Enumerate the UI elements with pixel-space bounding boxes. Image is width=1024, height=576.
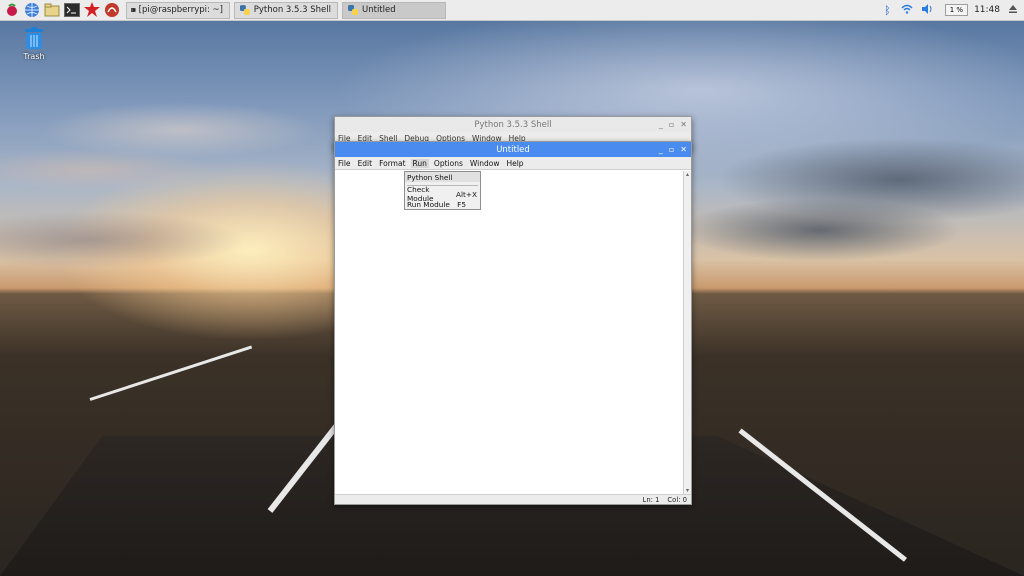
task-terminal[interactable]: [pi@raspberrypi: ~] (126, 1, 230, 19)
trash-desktop-icon[interactable]: Trash (18, 26, 50, 61)
bluetooth-icon[interactable]: ᛒ (884, 4, 891, 17)
close-icon[interactable]: ✕ (680, 145, 687, 154)
wolfram-icon[interactable] (104, 2, 120, 18)
menu-item-shortcut: F5 (457, 199, 466, 209)
editor-menu-options[interactable]: Options (434, 159, 463, 168)
volume-icon[interactable] (921, 4, 933, 16)
menu-item-label: Python Shell (407, 172, 453, 182)
editor-menu-format[interactable]: Format (379, 159, 405, 168)
editor-scrollbar[interactable]: ▴ ▾ (683, 171, 691, 494)
terminal-icon (131, 8, 136, 12)
task-untitled-label: Untitled (362, 5, 396, 15)
menu-item-python-shell[interactable]: Python Shell (405, 172, 480, 182)
editor-menu-window[interactable]: Window (470, 159, 500, 168)
wifi-icon[interactable] (901, 4, 913, 16)
raspberry-menu-icon[interactable] (4, 2, 20, 18)
trash-label: Trash (23, 52, 45, 61)
editor-statusbar: Ln: 1 Col: 0 (335, 494, 691, 504)
mathematica-icon[interactable] (84, 2, 100, 18)
editor-menu-run[interactable]: Run (410, 158, 429, 168)
shell-titlebar[interactable]: Python 3.5.3 Shell _ ▫ ✕ (335, 117, 691, 132)
menu-item-check-module[interactable]: Check Module Alt+X (405, 185, 480, 203)
task-terminal-label: [pi@raspberrypi: ~] (138, 5, 223, 15)
editor-menu-edit[interactable]: Edit (358, 159, 373, 168)
editor-menubar: File Edit Format Run Options Window Help (335, 157, 691, 170)
lane-mark-left (89, 345, 253, 401)
status-col: Col: 0 (667, 495, 687, 504)
python-icon (239, 5, 250, 15)
cpu-usage: 1 % (944, 4, 969, 16)
eject-icon[interactable] (1008, 4, 1018, 16)
editor-menu-file[interactable]: File (338, 159, 351, 168)
editor-text-area[interactable]: ▴ ▾ (335, 171, 691, 494)
editor-window[interactable]: Untitled _ ▫ ✕ File Edit Format Run Opti… (334, 141, 692, 505)
clock: 11:48 (974, 5, 1000, 15)
terminal-icon[interactable] (64, 2, 80, 18)
menu-item-run-module[interactable]: Run Module F5 (405, 199, 480, 209)
trash-icon (25, 27, 43, 49)
system-tray: ᛒ 1 % 11:48 (884, 0, 1024, 20)
run-menu-dropdown: Python Shell Check Module Alt+X Run Modu… (404, 171, 481, 210)
web-browser-icon[interactable] (24, 2, 40, 18)
editor-titlebar[interactable]: Untitled _ ▫ ✕ (335, 142, 691, 157)
taskbar: [pi@raspberrypi: ~] Python 3.5.3 Shell U… (0, 0, 1024, 21)
minimize-icon[interactable]: _ (659, 145, 663, 154)
editor-title: Untitled (496, 144, 530, 155)
task-untitled[interactable]: Untitled (342, 1, 446, 19)
maximize-icon[interactable]: ▫ (669, 145, 674, 154)
close-icon[interactable]: ✕ (680, 120, 687, 129)
menu-item-shortcut: Alt+X (456, 189, 477, 199)
task-python-shell[interactable]: Python 3.5.3 Shell (234, 1, 338, 19)
minimize-icon[interactable]: _ (659, 120, 663, 129)
file-manager-icon[interactable] (44, 2, 60, 18)
python-icon (348, 5, 358, 15)
scroll-down-arrow[interactable]: ▾ (684, 487, 691, 494)
scroll-up-arrow[interactable]: ▴ (684, 171, 691, 178)
status-line: Ln: 1 (642, 495, 660, 504)
menu-item-label: Run Module (407, 199, 450, 209)
task-python-shell-label: Python 3.5.3 Shell (253, 5, 331, 15)
shell-title: Python 3.5.3 Shell (474, 119, 552, 130)
editor-menu-help[interactable]: Help (506, 159, 523, 168)
maximize-icon[interactable]: ▫ (669, 120, 674, 129)
